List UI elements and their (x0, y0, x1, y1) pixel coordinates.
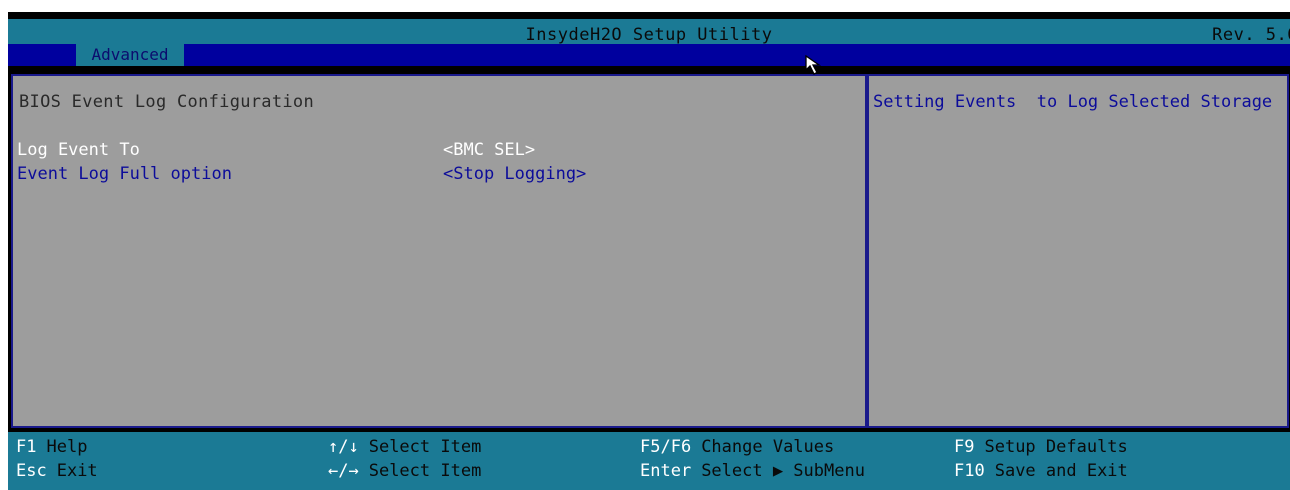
tab-bar: Advanced (8, 44, 1290, 66)
mouse-pointer-icon (805, 55, 822, 75)
tab-advanced[interactable]: Advanced (76, 44, 184, 66)
bios-screen: InsydeH2O Setup Utility Rev. 5.0 Advance… (8, 12, 1290, 490)
footer-desc: Help (46, 437, 88, 457)
setting-log-event-to[interactable]: Log Event To <BMC SEL> (17, 138, 617, 162)
footer-select-item-vertical: ↑/↓ Select Item (328, 435, 481, 459)
section-title: BIOS Event Log Configuration (19, 92, 314, 112)
setting-label: Event Log Full option (17, 164, 232, 184)
key-legend-footer: F1 Help Esc Exit ↑/↓ Select Item ←/→ Select … (8, 432, 1290, 490)
footer-key: F5/F6 (640, 437, 692, 457)
footer-key: F9 (954, 437, 975, 457)
setting-value[interactable]: <BMC SEL> (443, 138, 535, 162)
footer-change-values: F5/F6 Change Values (640, 435, 834, 459)
footer-desc: Select Item (368, 461, 482, 481)
body-area: BIOS Event Log Configuration Log Event T… (8, 66, 1290, 432)
footer-setup-defaults: F9 Setup Defaults (954, 435, 1128, 459)
footer-desc: Change Values (701, 437, 835, 457)
footer-exit: Esc Exit (16, 459, 98, 483)
setting-value[interactable]: <Stop Logging> (443, 162, 586, 186)
setting-event-log-full-option[interactable]: Event Log Full option <Stop Logging> (17, 162, 617, 186)
footer-desc: Select Item (368, 437, 482, 457)
footer-key: F10 (954, 461, 985, 481)
footer-desc: Save and Exit (994, 461, 1128, 481)
footer-key: ←/→ (328, 461, 359, 481)
footer-desc: Select ▶ SubMenu (701, 461, 865, 481)
footer-select-item-horizontal: ←/→ Select Item (328, 459, 481, 483)
help-panel: Setting Events to Log Selected Storage (867, 74, 1289, 428)
footer-key: F1 (16, 437, 37, 457)
footer-key: Esc (16, 461, 47, 481)
footer-key: ↑/↓ (328, 437, 359, 457)
footer-save-and-exit: F10 Save and Exit (954, 459, 1128, 483)
footer-desc: Setup Defaults (984, 437, 1128, 457)
footer-desc: Exit (56, 461, 98, 481)
help-text: Setting Events to Log Selected Storage (873, 92, 1273, 112)
footer-help: F1 Help (16, 435, 87, 459)
setting-label: Log Event To (17, 140, 140, 160)
settings-panel: BIOS Event Log Configuration Log Event T… (11, 74, 867, 428)
footer-key: Enter (640, 461, 692, 481)
footer-select-submenu: Enter Select ▶ SubMenu (640, 459, 865, 483)
